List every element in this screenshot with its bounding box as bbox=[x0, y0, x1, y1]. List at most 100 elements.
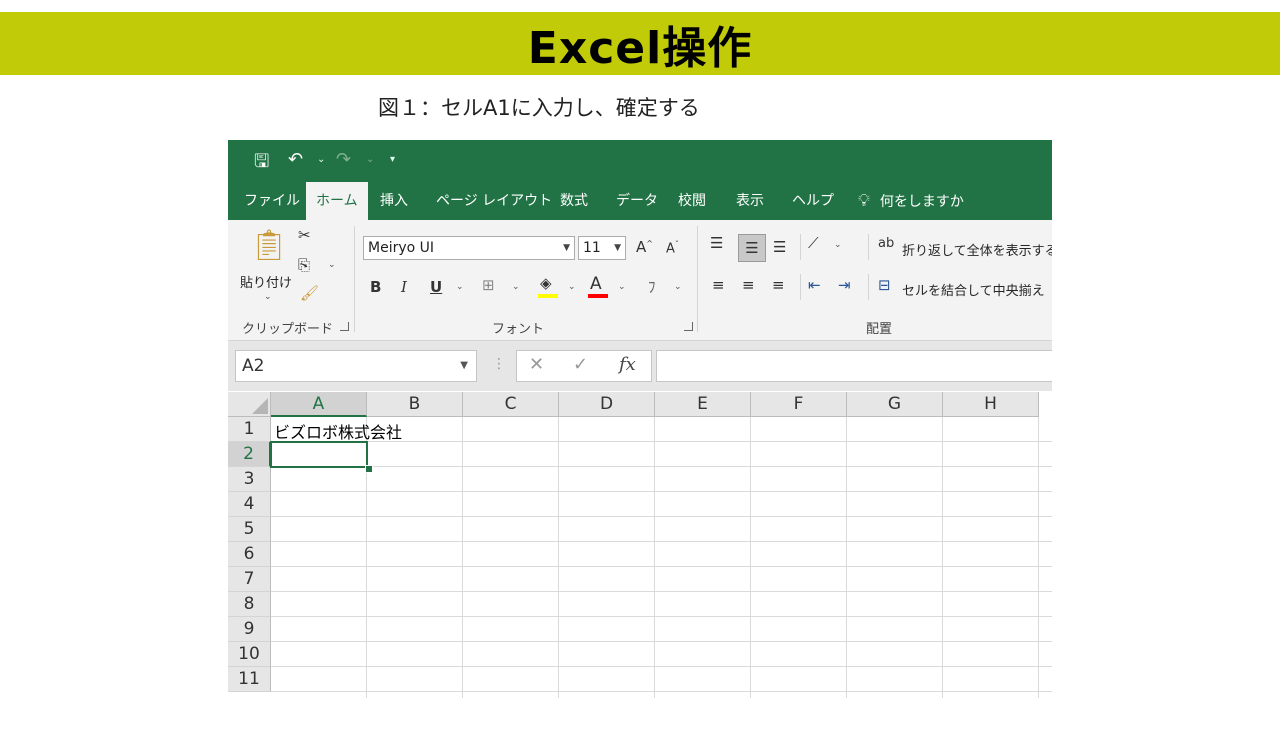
fill-color-icon[interactable]: ◈ bbox=[540, 274, 552, 292]
orientation-dropdown-icon[interactable]: ⌄ bbox=[834, 240, 842, 250]
redo-dropdown-icon[interactable]: ⌄ bbox=[366, 154, 374, 165]
insert-function-icon[interactable]: fx bbox=[619, 354, 636, 375]
column-header-f[interactable]: F bbox=[751, 392, 847, 417]
increase-font-size-icon[interactable]: A^ bbox=[636, 238, 653, 256]
paste-dropdown-icon[interactable]: ⌄ bbox=[264, 292, 272, 302]
tell-me-search[interactable]: 💡︎ 何をしますか bbox=[848, 182, 974, 220]
column-header-e[interactable]: E bbox=[655, 392, 751, 417]
paste-icon[interactable]: 📋︎ bbox=[250, 228, 288, 263]
copy-dropdown-icon[interactable]: ⌄ bbox=[328, 260, 336, 270]
save-icon[interactable]: 🖫 bbox=[254, 149, 269, 179]
align-right-icon[interactable]: ≡ bbox=[772, 276, 785, 294]
row-header-11[interactable]: 11 bbox=[228, 667, 271, 692]
row-header-4[interactable]: 4 bbox=[228, 492, 271, 517]
formula-buttons: ✕ ✓ fx bbox=[516, 350, 652, 382]
column-header-a[interactable]: A bbox=[271, 392, 367, 417]
align-top-icon[interactable]: ☰ bbox=[710, 234, 723, 252]
font-color-icon[interactable]: A bbox=[590, 274, 602, 294]
chevron-down-icon[interactable]: ▼ bbox=[460, 351, 468, 381]
tab-file[interactable]: ファイル bbox=[234, 182, 310, 220]
column-header-c[interactable]: C bbox=[463, 392, 559, 417]
align-center-icon[interactable]: ≡ bbox=[742, 276, 755, 294]
undo-icon[interactable]: ↶ bbox=[288, 149, 303, 170]
align-middle-icon[interactable]: ☰ bbox=[738, 234, 766, 262]
copy-icon[interactable]: ⎘ bbox=[298, 256, 310, 274]
clipboard-dialog-launcher-icon[interactable] bbox=[340, 322, 349, 331]
row-header-10[interactable]: 10 bbox=[228, 642, 271, 667]
tab-review[interactable]: 校閲 bbox=[668, 182, 716, 220]
decrease-font-size-icon[interactable]: Aˇ bbox=[666, 240, 679, 256]
phonetic-guide-icon[interactable]: ﾌ bbox=[648, 276, 656, 297]
format-painter-icon[interactable]: 🖌︎ bbox=[300, 284, 319, 302]
align-bottom-icon[interactable]: ☰ bbox=[773, 238, 786, 256]
formula-bar-resize-handle[interactable]: ⋮ bbox=[492, 356, 506, 372]
name-box[interactable]: A2 ▼ bbox=[235, 350, 477, 382]
font-size-combo[interactable]: 11 ▼ bbox=[578, 236, 626, 260]
fill-color-dropdown-icon[interactable]: ⌄ bbox=[568, 282, 576, 292]
cell-a1[interactable]: ビズロボ株式会社 bbox=[274, 419, 402, 443]
bold-icon[interactable]: B bbox=[370, 278, 381, 296]
divider bbox=[800, 274, 801, 300]
column-header-g[interactable]: G bbox=[847, 392, 943, 417]
undo-dropdown-icon[interactable]: ⌄ bbox=[317, 154, 325, 165]
row-header-9[interactable]: 9 bbox=[228, 617, 271, 642]
ribbon-tabs: ファイル ホーム 挿入 ページ レイアウト 数式 データ 校閲 表示 ヘルプ 💡… bbox=[228, 182, 1052, 220]
column-header-h[interactable]: H bbox=[943, 392, 1039, 417]
wrap-text-label[interactable]: 折り返して全体を表示する bbox=[902, 240, 1052, 259]
formula-input[interactable] bbox=[656, 350, 1052, 382]
divider bbox=[868, 274, 869, 300]
cut-icon[interactable]: ✂ bbox=[298, 226, 311, 244]
font-dialog-launcher-icon[interactable] bbox=[684, 322, 693, 331]
grid-line bbox=[750, 417, 751, 698]
tab-home[interactable]: ホーム bbox=[306, 182, 368, 220]
customize-qat-icon[interactable]: ▾ bbox=[390, 154, 395, 165]
tab-page-layout[interactable]: ページ レイアウト bbox=[426, 182, 562, 220]
cancel-icon[interactable]: ✕ bbox=[529, 354, 544, 375]
borders-icon[interactable]: ⊞ bbox=[482, 276, 495, 294]
row-header-1[interactable]: 1 bbox=[228, 417, 271, 442]
tab-help[interactable]: ヘルプ bbox=[782, 182, 844, 220]
borders-dropdown-icon[interactable]: ⌄ bbox=[512, 282, 520, 292]
align-left-icon[interactable]: ≡ bbox=[712, 276, 725, 294]
row-header-6[interactable]: 6 bbox=[228, 542, 271, 567]
clipboard-group-label: クリップボード bbox=[242, 322, 334, 337]
font-group-label: フォント bbox=[492, 322, 545, 337]
underline-icon[interactable]: U bbox=[430, 278, 442, 296]
grid-line bbox=[846, 417, 847, 698]
active-cell-a2[interactable] bbox=[270, 441, 368, 468]
group-divider bbox=[697, 226, 698, 332]
grid-line bbox=[271, 616, 1052, 617]
wrap-text-icon[interactable]: ab bbox=[878, 236, 894, 251]
select-all-button[interactable] bbox=[228, 392, 271, 417]
row-header-2[interactable]: 2 bbox=[228, 442, 271, 467]
orientation-icon[interactable]: ⟋ bbox=[808, 234, 819, 252]
redo-icon[interactable]: ↷ bbox=[336, 149, 351, 170]
decrease-indent-icon[interactable]: ⇤ bbox=[808, 276, 821, 294]
tab-formulas[interactable]: 数式 bbox=[550, 182, 598, 220]
row-header-8[interactable]: 8 bbox=[228, 592, 271, 617]
tab-insert[interactable]: 挿入 bbox=[370, 182, 418, 220]
column-header-b[interactable]: B bbox=[367, 392, 463, 417]
slide-title: Excel操作 bbox=[527, 22, 753, 74]
font-name-combo[interactable]: Meiryo UI ▼ bbox=[363, 236, 575, 260]
grid-line bbox=[271, 466, 1052, 467]
enter-icon[interactable]: ✓ bbox=[573, 354, 588, 375]
grid-line bbox=[271, 566, 1052, 567]
merge-center-icon[interactable]: ⊟ bbox=[878, 276, 891, 294]
italic-icon[interactable]: I bbox=[401, 278, 407, 296]
worksheet-grid[interactable]: ABCDEFGH 1 2 3 4 5 6 7 8 9 10 11 ビズロボ株式会社 bbox=[228, 392, 1052, 698]
tab-view[interactable]: 表示 bbox=[726, 182, 774, 220]
phonetic-dropdown-icon[interactable]: ⌄ bbox=[674, 282, 682, 292]
row-header-7[interactable]: 7 bbox=[228, 567, 271, 592]
row-header-3[interactable]: 3 bbox=[228, 467, 271, 492]
figure-caption: 図１：セルA1に入力し、確定する bbox=[378, 96, 700, 120]
tab-data[interactable]: データ bbox=[606, 182, 668, 220]
font-color-dropdown-icon[interactable]: ⌄ bbox=[618, 282, 626, 292]
fill-handle[interactable] bbox=[365, 465, 373, 473]
column-header-d[interactable]: D bbox=[559, 392, 655, 417]
merge-center-label[interactable]: セルを結合して中央揃え bbox=[902, 280, 1045, 299]
underline-dropdown-icon[interactable]: ⌄ bbox=[456, 282, 464, 292]
row-header-5[interactable]: 5 bbox=[228, 517, 271, 542]
increase-indent-icon[interactable]: ⇥ bbox=[838, 276, 851, 294]
paste-label[interactable]: 貼り付け bbox=[240, 272, 292, 291]
